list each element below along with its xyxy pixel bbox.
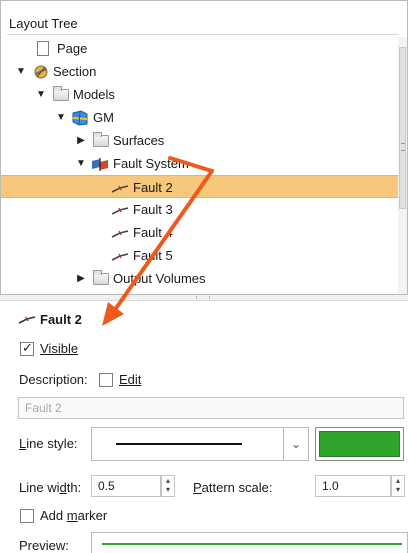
line-style-label: Line style: [19,436,78,451]
fault-icon [18,314,36,329]
line-color-picker[interactable] [315,427,404,461]
fault-system-icon [91,156,108,171]
expand-down-icon[interactable]: ▼ [75,152,87,175]
fault-icon [111,202,129,217]
tree-item-label: GM [93,110,114,125]
expand-down-icon[interactable]: ▼ [35,83,47,106]
expand-right-icon[interactable]: ▶ [75,267,87,290]
line-style-combobox[interactable] [91,427,309,461]
tree-item-label: Models [73,87,115,102]
edit-label: Edit [119,372,142,387]
tree-item-gm[interactable]: ▼ GM [1,106,399,129]
pattern-scale-label: Pattern scale: [193,480,273,495]
tree-item-label: Fault 3 [133,202,173,217]
page-icon [37,41,49,56]
layout-tree-header: Layout Tree [7,15,399,35]
layout-tree: Page ▼ Section ▼ Models ▼ GM ▶ Surfaces … [1,37,401,294]
line-preview-box [91,532,408,553]
tree-item-label: Fault 5 [133,248,173,263]
color-swatch-fill [319,431,400,457]
line-width-label: Line width: [19,480,82,495]
line-style-preview [116,443,242,445]
tree-item-fault-4[interactable]: Fault 4 [1,221,399,244]
properties-panel: Fault 2 Visible Description: Edit Fault … [0,302,408,553]
tree-scrollbar-thumb[interactable] [399,47,406,209]
tree-item-fault-5[interactable]: Fault 5 [1,244,399,267]
tree-item-label: Surfaces [113,133,165,148]
fault-icon [111,225,129,240]
tree-item-fault-3[interactable]: Fault 3 [1,198,399,221]
geological-model-icon [71,110,88,126]
tree-item-label: Section [53,64,97,79]
tree-item-label: Output Volumes [113,271,206,286]
add-marker-label: Add marker [40,508,108,523]
add-marker-checkbox[interactable] [20,509,34,523]
fault-icon [111,248,129,263]
splitter-grip-icon [196,296,210,299]
tree-item-label: Page [57,41,88,56]
folder-icon [93,132,109,147]
tree-item-label: Fault System [113,156,189,171]
pattern-scale-spinner[interactable]: ▴ ▾ [391,475,405,497]
folder-icon [53,86,69,101]
edit-checkbox[interactable] [99,373,113,387]
section-icon [33,64,49,79]
tree-scrollbar[interactable] [398,37,407,294]
layout-tree-panel: Layout Tree Page ▼ Section ▼ Models ▼ GM… [0,0,408,295]
tree-item-page[interactable]: Page [1,37,399,60]
expand-down-icon[interactable]: ▼ [15,60,27,83]
expand-right-icon[interactable]: ▶ [75,129,87,152]
tree-item-surfaces[interactable]: ▶ Surfaces [1,129,399,152]
preview-label: Preview: [19,538,69,553]
expand-down-icon[interactable]: ▼ [55,106,67,129]
line-width-input[interactable]: 0.5 [91,475,161,497]
line-preview-stroke [102,543,402,545]
visible-checkbox[interactable] [20,340,34,356]
panel-splitter[interactable] [0,295,408,301]
chevron-down-icon[interactable]: ⌄ [283,427,309,461]
tree-item-models[interactable]: ▼ Models [1,83,399,106]
tree-item-label: Fault 2 [133,180,173,195]
name-field[interactable]: Fault 2 [18,397,404,419]
fault-icon [111,180,129,195]
tree-item-fault-system[interactable]: ▼ Fault System [1,152,399,175]
tree-item-output-volumes[interactable]: ▶ Output Volumes [1,267,399,290]
folder-icon [93,270,109,285]
properties-title: Fault 2 [40,312,82,327]
scrollbar-grip-icon [401,143,405,151]
visible-label: Visible [40,341,79,356]
tree-item-section[interactable]: ▼ Section [1,60,399,83]
pattern-scale-input[interactable]: 1.0 [315,475,391,497]
tree-item-fault-2[interactable]: Fault 2 [1,175,399,198]
line-width-spinner[interactable]: ▴ ▾ [161,475,175,497]
description-label: Description: [19,372,88,387]
tree-item-label: Fault 4 [133,225,173,240]
